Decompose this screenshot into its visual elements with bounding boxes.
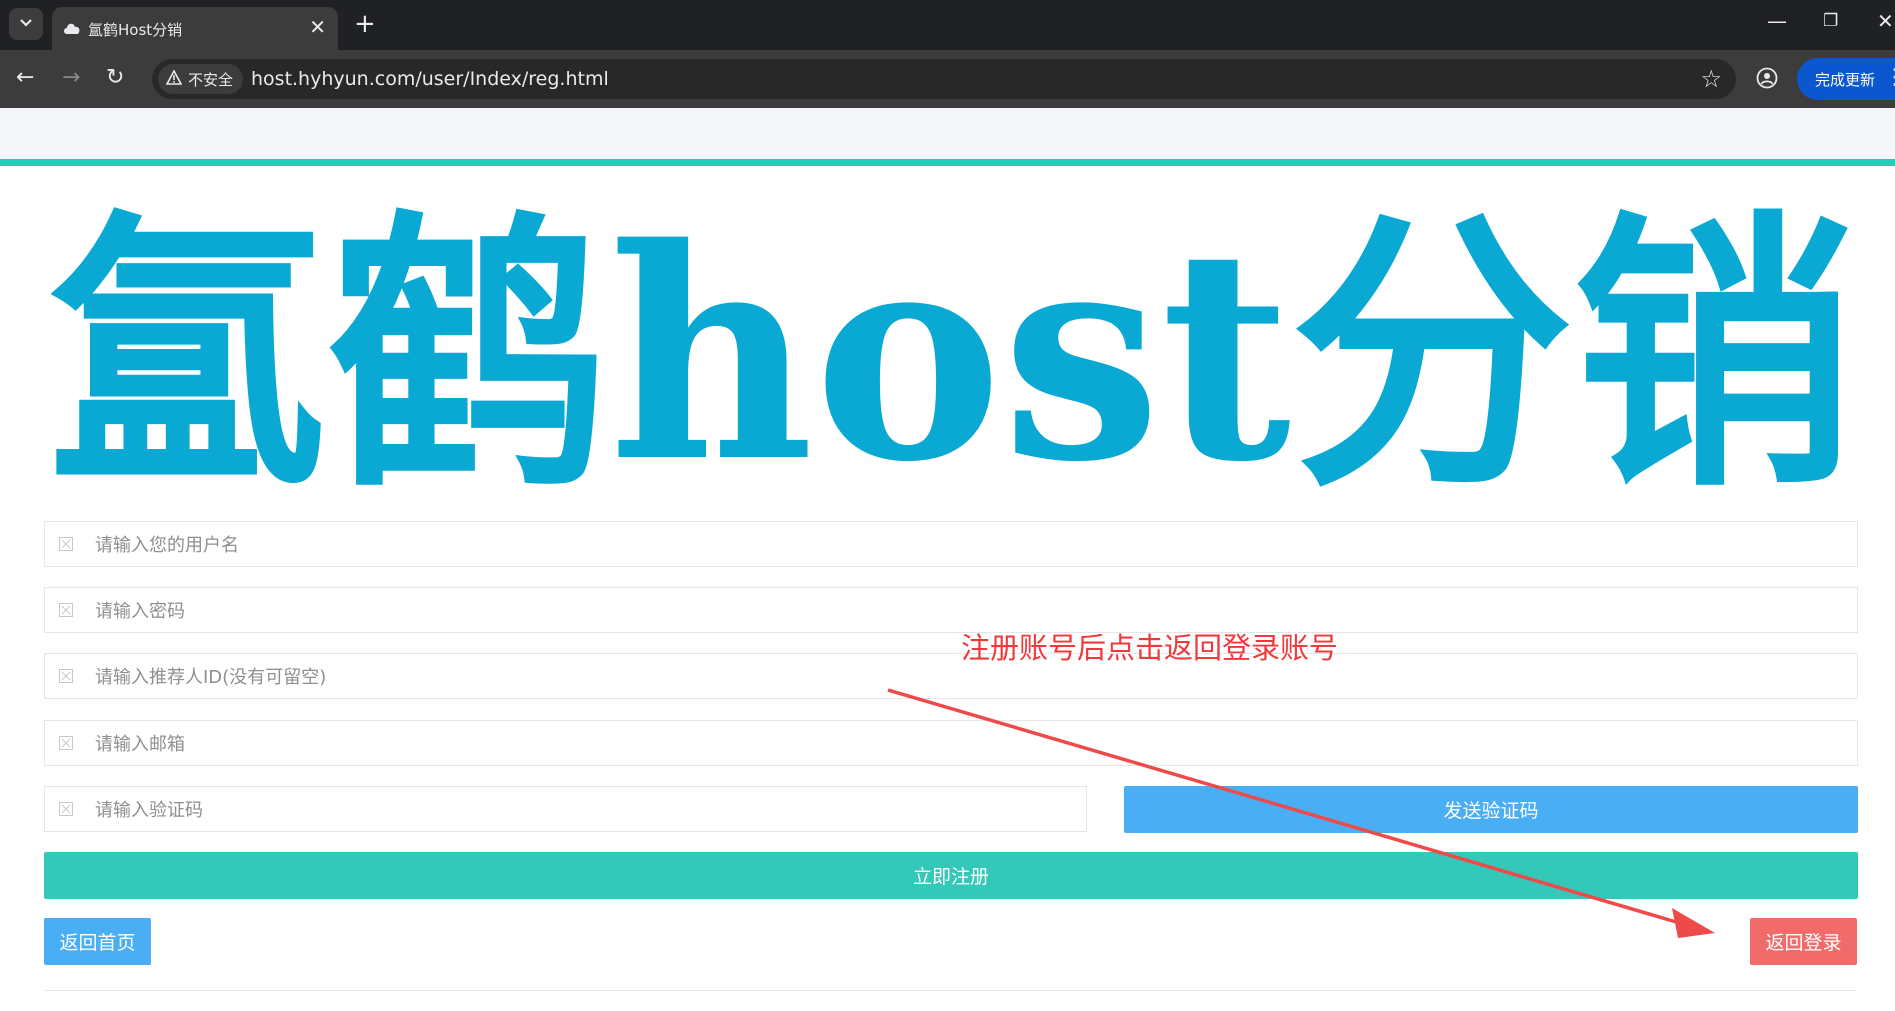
annotation-arrow [887, 688, 1715, 938]
arrow-line [887, 688, 1684, 926]
arrow-head [1672, 908, 1715, 938]
